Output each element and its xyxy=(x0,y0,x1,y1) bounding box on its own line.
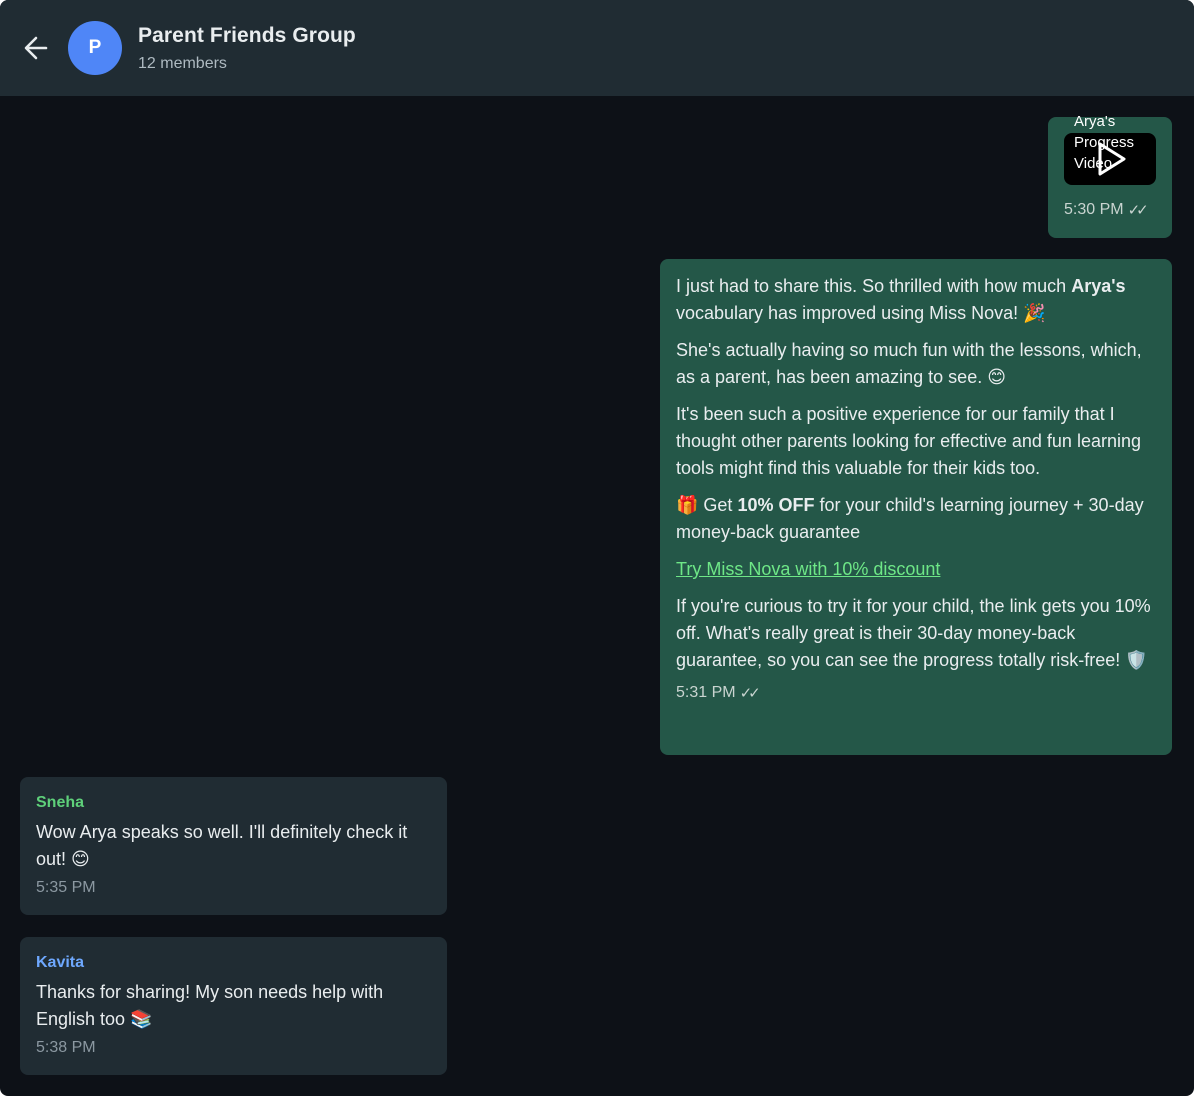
incoming-message[interactable]: Sneha Wow Arya speaks so well. I'll defi… xyxy=(20,777,447,915)
chat-title[interactable]: Parent Friends Group xyxy=(138,24,356,48)
message-paragraph: It's been such a positive experience for… xyxy=(676,404,1141,478)
message-paragraph: I just had to share this. So thrilled wi… xyxy=(676,276,1126,323)
back-button[interactable] xyxy=(20,32,52,64)
member-count: 12 members xyxy=(138,55,227,72)
message-paragraph: If you're curious to try it for your chi… xyxy=(676,596,1151,670)
video-message[interactable]: Arya's Progress Video 5:30 PM ✓✓ xyxy=(1048,113,1172,238)
double-check-icon: ✓✓ xyxy=(1127,202,1149,219)
incoming-message[interactable]: Kavita Thanks for sharing! My son needs … xyxy=(20,937,447,1075)
group-avatar[interactable]: P xyxy=(68,21,122,75)
message-time: 5:35 PM xyxy=(36,879,96,896)
message-time: 5:30 PM xyxy=(1064,201,1124,218)
message-meta: 5:31 PM ✓✓ xyxy=(676,684,1156,702)
chat-header: P Parent Friends Group 12 members xyxy=(0,0,1194,96)
video-thumbnail[interactable]: Arya's Progress Video xyxy=(1064,113,1156,185)
message-time: 5:31 PM xyxy=(676,684,736,701)
message-text: Thanks for sharing! My son needs help wi… xyxy=(36,982,384,1029)
message-text: Wow Arya speaks so well. I'll definitely… xyxy=(36,822,408,869)
chat-window: P Parent Friends Group 12 members Arya's… xyxy=(0,0,1194,1096)
promo-message[interactable]: I just had to share this. So thrilled wi… xyxy=(660,259,1172,755)
play-icon[interactable] xyxy=(1096,141,1128,177)
message-paragraph: She's actually having so much fun with t… xyxy=(676,340,1142,387)
offer-text: 🎁 Get 10% OFF for your child's learning … xyxy=(676,495,1144,542)
discount-link[interactable]: Try Miss Nova with 10% discount xyxy=(676,556,940,583)
sender-name[interactable]: Sneha xyxy=(36,793,431,813)
arrow-left-icon xyxy=(24,36,48,60)
sender-name[interactable]: Kavita xyxy=(36,953,431,973)
message-meta: 5:30 PM ✓✓ xyxy=(1064,201,1149,219)
double-check-icon: ✓✓ xyxy=(739,685,761,702)
message-time: 5:38 PM xyxy=(36,1039,96,1056)
